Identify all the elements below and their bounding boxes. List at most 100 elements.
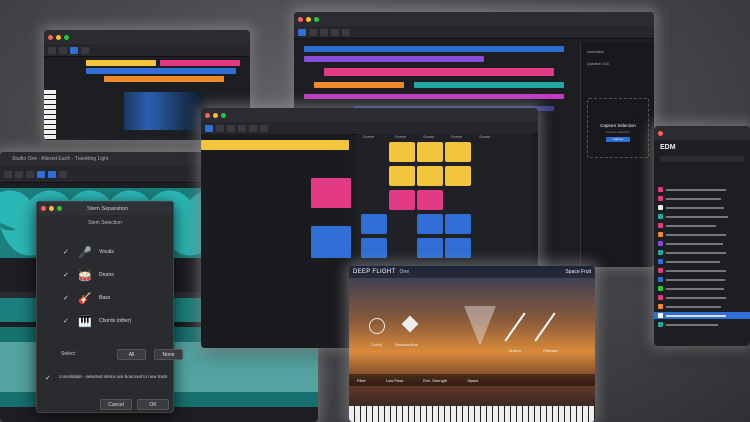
file-row[interactable]	[654, 231, 750, 238]
toolbar-button[interactable]	[331, 28, 339, 36]
toolbar-button[interactable]	[205, 124, 213, 132]
file-row[interactable]	[654, 267, 750, 274]
file-row[interactable]	[654, 294, 750, 301]
toolbar-button[interactable]	[342, 28, 350, 36]
clip[interactable]	[304, 46, 564, 52]
close-button[interactable]	[41, 206, 46, 211]
file-row[interactable]	[654, 249, 750, 256]
file-row[interactable]	[654, 258, 750, 265]
toolbar-button[interactable]	[260, 124, 268, 132]
toolbar-button[interactable]	[37, 170, 45, 178]
clip-pad[interactable]	[389, 190, 415, 210]
checkbox[interactable]: ✓	[63, 248, 71, 256]
preset-name[interactable]: Space Fruit	[565, 269, 591, 275]
select-all-button[interactable]: All	[117, 349, 146, 360]
clip-pad[interactable]	[417, 238, 443, 258]
clip-pad[interactable]	[417, 142, 443, 162]
zoom-button[interactable]	[314, 16, 319, 22]
stem-option-chords[interactable]: ✓ 🎹 Chords (other)	[63, 314, 163, 328]
bottom-label[interactable]: Filter	[357, 378, 366, 383]
checkbox[interactable]: ✓	[63, 271, 71, 279]
file-row[interactable]	[654, 222, 750, 229]
zoom-button[interactable]	[221, 112, 226, 118]
clip-pad[interactable]	[445, 214, 471, 234]
bottom-label[interactable]: Space	[467, 378, 478, 383]
clip-pad[interactable]	[445, 238, 471, 258]
piano-keyboard[interactable]	[349, 406, 595, 422]
consolidate-row[interactable]: ✓ consolidate - selected stems are bounc…	[45, 374, 169, 390]
bottom-label[interactable]: Env. Strength	[423, 378, 447, 383]
toolbar-button[interactable]	[298, 28, 306, 36]
toolbar-button[interactable]	[309, 28, 317, 36]
clip[interactable]	[314, 82, 404, 88]
zoom-button[interactable]	[64, 34, 69, 40]
checkbox[interactable]: ✓	[63, 317, 71, 325]
minimize-button[interactable]	[49, 206, 54, 211]
file-row[interactable]	[654, 213, 750, 220]
toolbar-button[interactable]	[238, 124, 246, 132]
clip[interactable]	[86, 60, 156, 66]
toolbar-button[interactable]	[70, 46, 78, 54]
clip-pad[interactable]	[445, 166, 471, 186]
toolbar-button[interactable]	[227, 124, 235, 132]
file-row[interactable]	[654, 303, 750, 310]
clip[interactable]	[414, 82, 564, 88]
cutoff-knob[interactable]	[369, 318, 385, 334]
clip-pad[interactable]	[417, 190, 443, 210]
toolbar-button[interactable]	[48, 46, 56, 54]
toolbar-button[interactable]	[15, 170, 23, 178]
toolbar-button[interactable]	[4, 170, 12, 178]
close-button[interactable]	[298, 16, 303, 22]
file-row[interactable]	[654, 321, 750, 328]
toolbar-button[interactable]	[81, 46, 89, 54]
file-row[interactable]	[654, 240, 750, 247]
toolbar-button[interactable]	[48, 170, 56, 178]
stem-option-bass[interactable]: ✓ 🎸 Bass	[63, 291, 163, 305]
file-row[interactable]	[654, 195, 750, 202]
toolbar-button[interactable]	[59, 46, 67, 54]
bottom-label[interactable]: Low Pass	[386, 378, 403, 383]
clip[interactable]	[304, 94, 564, 99]
toolbar-button[interactable]	[249, 124, 257, 132]
minimize-button[interactable]	[213, 112, 218, 118]
clip[interactable]	[311, 226, 351, 258]
file-row[interactable]	[654, 186, 750, 193]
select-none-button[interactable]: None	[154, 349, 183, 360]
close-button[interactable]	[48, 34, 53, 40]
clip-pad[interactable]	[417, 214, 443, 234]
clip-pad[interactable]	[389, 142, 415, 162]
cancel-button[interactable]: Cancel	[100, 399, 132, 410]
checkbox[interactable]: ✓	[63, 294, 71, 302]
center-triangle[interactable]	[464, 306, 496, 346]
file-row[interactable]	[654, 312, 750, 319]
ok-button[interactable]: OK	[137, 399, 169, 410]
clip-pad[interactable]	[445, 142, 471, 162]
clip[interactable]	[311, 178, 351, 208]
close-button[interactable]	[205, 112, 210, 118]
file-row[interactable]	[654, 285, 750, 292]
clip-pad[interactable]	[361, 214, 387, 234]
toolbar-button[interactable]	[59, 170, 67, 178]
clip[interactable]	[304, 56, 484, 62]
browser-search[interactable]	[660, 156, 744, 162]
toolbar-button[interactable]	[320, 28, 328, 36]
zoom-button[interactable]	[57, 206, 62, 211]
minimize-button[interactable]	[306, 16, 311, 22]
clip[interactable]	[201, 140, 349, 150]
clip[interactable]	[160, 60, 240, 66]
clip[interactable]	[104, 76, 224, 82]
clip[interactable]	[86, 68, 236, 74]
minimize-button[interactable]	[56, 34, 61, 40]
file-row[interactable]	[654, 204, 750, 211]
toolbar-button[interactable]	[216, 124, 224, 132]
clip[interactable]	[324, 68, 554, 76]
clip-pad[interactable]	[389, 166, 415, 186]
consolidate-checkbox[interactable]: ✓	[45, 374, 53, 382]
capture-button[interactable]: Capture	[606, 137, 630, 142]
close-button[interactable]	[658, 130, 663, 136]
clip-pad[interactable]	[361, 238, 387, 258]
toolbar-button[interactable]	[26, 170, 34, 178]
stem-option-drums[interactable]: ✓ 🥁 Drums	[63, 268, 163, 282]
clip-pad[interactable]	[417, 166, 443, 186]
stem-option-vocals[interactable]: ✓ 🎤 Vocals	[63, 245, 163, 259]
